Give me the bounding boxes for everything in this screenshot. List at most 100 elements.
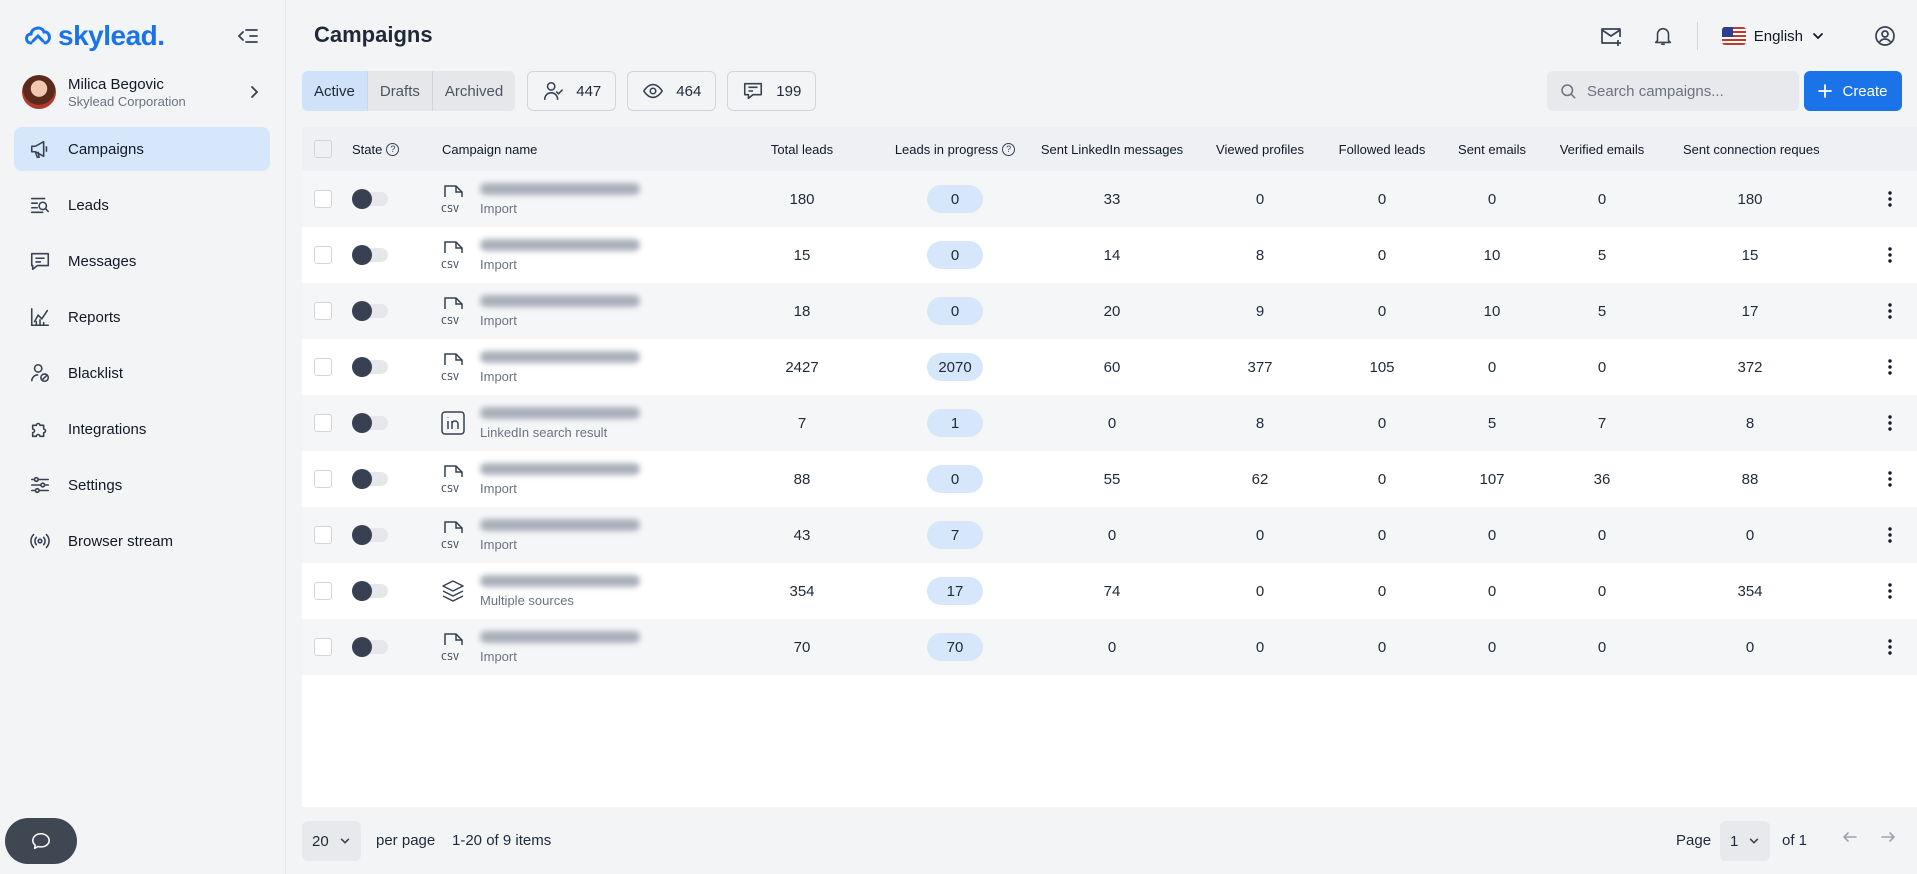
campaign-name-cell[interactable]: CSV Import	[438, 451, 640, 507]
more-options-button[interactable]	[1878, 187, 1902, 211]
state-toggle[interactable]	[352, 357, 388, 377]
state-toggle[interactable]	[352, 525, 388, 545]
notifications-button[interactable]	[1645, 18, 1681, 54]
account-button[interactable]	[1867, 18, 1903, 54]
sidebar-item-reports[interactable]: Reports	[14, 295, 270, 339]
campaign-name-cell[interactable]: CSV Import	[438, 171, 640, 227]
table-row[interactable]: CSV Import 0 180 33 0 0 0 0 180	[302, 171, 1917, 227]
row-checkbox[interactable]	[314, 582, 332, 600]
sidebar-item-messages[interactable]: Messages	[14, 239, 270, 283]
row-checkbox[interactable]	[314, 358, 332, 376]
sidebar-item-browser-stream[interactable]: Browser stream	[14, 519, 270, 563]
table-row[interactable]: CSV Import 2070 2427 60 377 105 0 0 372	[302, 339, 1917, 395]
collapse-sidebar-button[interactable]	[236, 24, 260, 48]
page-label: Page	[1676, 832, 1712, 849]
tab-active[interactable]: Active	[302, 71, 368, 111]
tab-drafts[interactable]: Drafts	[368, 71, 433, 111]
row-actions-cell	[1878, 451, 1902, 507]
more-options-button[interactable]	[1878, 523, 1902, 547]
campaign-name-cell[interactable]: CSV Import	[438, 507, 640, 563]
row-checkbox[interactable]	[314, 190, 332, 208]
sent-emails-cell: 107	[1479, 470, 1505, 488]
row-checkbox[interactable]	[314, 470, 332, 488]
campaign-name-cell[interactable]: CSV Import	[438, 619, 640, 675]
tab-archived[interactable]: Archived	[433, 71, 515, 111]
state-toggle[interactable]	[352, 637, 388, 657]
select-all-checkbox[interactable]	[314, 140, 332, 158]
row-checkbox[interactable]	[314, 302, 332, 320]
search-input[interactable]	[1587, 82, 1787, 100]
logo-text: skylead.	[58, 20, 165, 51]
info-icon[interactable]: ?	[1002, 142, 1016, 156]
state-toggle[interactable]	[352, 413, 388, 433]
col-viewed-profiles[interactable]: Viewed profiles	[1186, 127, 1334, 171]
leads-count-filter[interactable]: 447	[527, 71, 617, 111]
profile-switcher[interactable]: Milica Begovic Skylead Corporation	[22, 72, 262, 112]
collapse-menu-icon	[237, 29, 258, 43]
page-select[interactable]: 1	[1720, 821, 1771, 861]
col-total-leads[interactable]: Total leads	[732, 127, 872, 171]
col-sent-linkedin[interactable]: Sent LinkedIn messages	[1038, 127, 1186, 171]
table-row[interactable]: CSV Import 0 15 14 8 0 10 5 15	[302, 227, 1917, 283]
row-checkbox[interactable]	[314, 246, 332, 264]
state-toggle[interactable]	[352, 189, 388, 209]
col-sent-connection[interactable]: Sent connection reques	[1683, 127, 1820, 171]
leads-in-progress-cell: 7	[872, 507, 1038, 563]
state-toggle[interactable]	[352, 301, 388, 321]
row-select-cell	[314, 283, 332, 339]
more-options-button[interactable]	[1878, 579, 1902, 603]
col-state[interactable]: State ?	[352, 127, 400, 171]
sidebar-item-blacklist[interactable]: Blacklist	[14, 351, 270, 395]
row-checkbox[interactable]	[314, 638, 332, 656]
sidebar-item-leads[interactable]: Leads	[14, 183, 270, 227]
language-selector[interactable]: English	[1721, 27, 1825, 45]
eye-icon	[643, 83, 664, 99]
sent-linkedin-cell: 74	[1103, 582, 1121, 600]
views-count-filter[interactable]: 464	[627, 71, 717, 111]
col-leads-in-progress[interactable]: Leads in progress ?	[872, 127, 1038, 171]
table-row[interactable]: CSV Import 0 88 55 62 0 107 36 88	[302, 451, 1917, 507]
table-row[interactable]: CSV Import 0 18 20 9 0 10 5 17	[302, 283, 1917, 339]
create-campaign-button[interactable]: Create	[1804, 71, 1902, 111]
col-followed-leads[interactable]: Followed leads	[1334, 127, 1430, 171]
campaign-name-cell[interactable]: CSV Import	[438, 283, 640, 339]
campaign-name-cell[interactable]: CSV Import	[438, 227, 640, 283]
more-options-button[interactable]	[1878, 635, 1902, 659]
sidebar-item-integrations[interactable]: Integrations	[14, 407, 270, 451]
state-toggle[interactable]	[352, 245, 388, 265]
info-icon[interactable]: ?	[386, 142, 400, 156]
state-toggle[interactable]	[352, 469, 388, 489]
row-checkbox[interactable]	[314, 414, 332, 432]
main-content: Campaigns English Active Drafts Archived…	[286, 0, 1917, 874]
campaign-name-cell[interactable]: Multiple sources	[438, 563, 640, 619]
more-options-button[interactable]	[1878, 243, 1902, 267]
col-sent-emails[interactable]: Sent emails	[1430, 127, 1554, 171]
row-checkbox[interactable]	[314, 526, 332, 544]
table-row[interactable]: CSV Import 7 43 0 0 0 0 0 0	[302, 507, 1917, 563]
more-options-button[interactable]	[1878, 299, 1902, 323]
state-toggle[interactable]	[352, 581, 388, 601]
next-page-button[interactable]	[1880, 829, 1896, 848]
campaign-name-cell[interactable]: LinkedIn search result	[438, 395, 640, 451]
inbox-button[interactable]	[1593, 18, 1629, 54]
more-options-button[interactable]	[1878, 355, 1902, 379]
more-options-button[interactable]	[1878, 411, 1902, 435]
chat-support-button[interactable]	[5, 818, 77, 864]
col-campaign-name[interactable]: Campaign name	[442, 127, 537, 171]
sidebar-item-label: Integrations	[68, 420, 147, 438]
prev-page-button[interactable]	[1842, 829, 1858, 848]
table-row[interactable]: Multiple sources 17 354 74 0 0 0 0 354	[302, 563, 1917, 619]
table-row[interactable]: LinkedIn search result 1 7 0 8 0 5 7 8	[302, 395, 1917, 451]
per-page-select[interactable]: 20	[302, 821, 361, 861]
followed-leads-cell: 0	[1377, 470, 1387, 488]
messages-count-filter[interactable]: 199	[727, 71, 817, 111]
sent-connection-cell: 0	[1745, 638, 1755, 656]
more-options-button[interactable]	[1878, 467, 1902, 491]
sent-linkedin-cell: 0	[1107, 526, 1117, 544]
col-verified-emails[interactable]: Verified emails	[1554, 127, 1650, 171]
sidebar-item-campaigns[interactable]: Campaigns	[14, 127, 270, 171]
table-row[interactable]: CSV Import 70 70 0 0 0 0 0 0	[302, 619, 1917, 675]
sidebar-item-settings[interactable]: Settings	[14, 463, 270, 507]
campaign-name-cell[interactable]: CSV Import	[438, 339, 640, 395]
logo[interactable]: skylead.	[24, 20, 165, 52]
